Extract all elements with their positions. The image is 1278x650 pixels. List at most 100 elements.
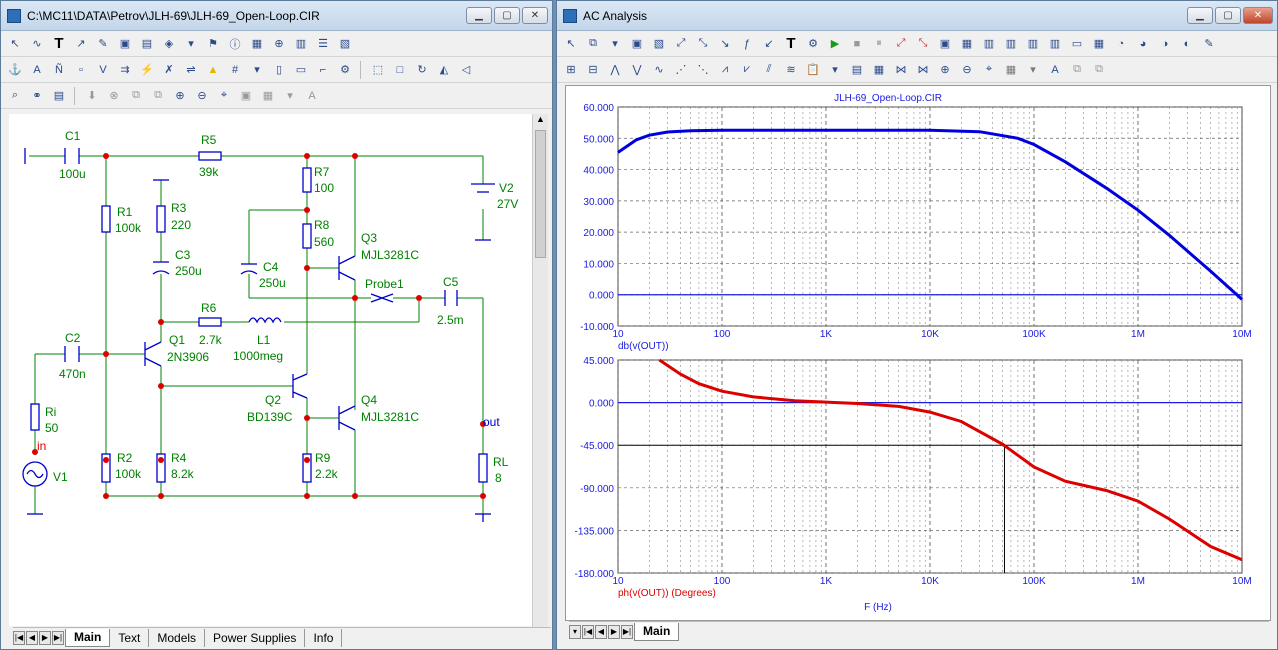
zoom-fit-icon[interactable]: ⌖ [979, 60, 999, 80]
tab-models[interactable]: Models [149, 628, 206, 647]
flip-icon[interactable]: ◁ [456, 60, 476, 80]
plot4-icon[interactable]: ▥ [1045, 34, 1065, 54]
minimize-button[interactable]: ▁ [466, 7, 492, 24]
cursor1-icon[interactable]: ◔ [1111, 34, 1131, 54]
binoculars-icon[interactable]: ⚭ [27, 86, 47, 106]
analysis-close-button[interactable]: ✕ [1243, 7, 1273, 24]
find-icon[interactable]: ⌕ [5, 86, 25, 106]
tab-info[interactable]: Info [305, 628, 343, 647]
text-icon[interactable]: T [781, 34, 801, 54]
grid-icon[interactable]: # [225, 60, 245, 80]
wire-icon[interactable]: ∿ [27, 34, 47, 54]
properties-icon[interactable]: ⚙ [803, 34, 823, 54]
zoom-in-icon[interactable]: ⊕ [935, 60, 955, 80]
global-low-icon[interactable]: ⋱ [693, 60, 713, 80]
attribute-text-icon[interactable]: A [27, 60, 47, 80]
tools-icon[interactable]: ⚙ [335, 60, 355, 80]
run-icon[interactable]: ▶ [825, 34, 845, 54]
high-icon[interactable]: ⋀ [605, 60, 625, 80]
horizontal-tag-icon[interactable]: ↙ [759, 34, 779, 54]
schematic-canvas[interactable]: C1 100u R5 39k R7 100 V2 27V R1 100k R3 … [9, 114, 532, 626]
plot2-icon[interactable]: ▥ [1001, 34, 1021, 54]
warning-icon[interactable]: ▲ [203, 60, 223, 80]
box-icon[interactable]: □ [390, 60, 410, 80]
down-icon[interactable]: ⬇ [82, 86, 102, 106]
dropdown-icon[interactable]: ▾ [605, 34, 625, 54]
page-icon[interactable]: ▯ [269, 60, 289, 80]
dropdown-icon[interactable]: ▾ [181, 34, 201, 54]
pause-icon[interactable]: ⏸ [869, 34, 889, 54]
analysis-vertical-scrollbar[interactable] [1263, 85, 1271, 621]
analysis-last-page-button[interactable]: ▶| [621, 624, 633, 639]
grid-icon[interactable]: ▦ [957, 34, 977, 54]
attributes-icon[interactable]: ▧ [335, 34, 355, 54]
layout-dropdown-icon[interactable]: ▾ [280, 86, 300, 106]
pin-icon[interactable]: ✗ [159, 60, 179, 80]
power-icon[interactable]: ⚡ [137, 60, 157, 80]
schematic-titlebar[interactable]: C:\MC11\DATA\Petrov\JLH-69\JLH-69_Open-L… [1, 1, 552, 31]
formula-icon[interactable]: ƒ [737, 34, 757, 54]
align2-icon[interactable]: ⋈ [913, 60, 933, 80]
zoom-in-icon[interactable]: ⊕ [170, 86, 190, 106]
stop-icon[interactable]: ⊗ [104, 86, 124, 106]
analysis-first-page-button[interactable]: |◀ [582, 624, 594, 639]
font-icon[interactable]: A [1045, 60, 1065, 80]
top-icon[interactable]: ⩘ [715, 60, 735, 80]
tab-text[interactable]: Text [110, 628, 150, 647]
text-icon[interactable]: T [49, 34, 69, 54]
analysis-prev-page-button[interactable]: ◀ [595, 624, 607, 639]
window-icon[interactable]: ▦ [1089, 34, 1109, 54]
plot-area[interactable]: JLH-69_Open-Loop.CIR 10 100 1K 10K 100K 1M 10M… [565, 85, 1271, 621]
scale-icon[interactable]: ▣ [627, 34, 647, 54]
zoom-out-icon[interactable]: ⊖ [957, 60, 977, 80]
line-icon[interactable]: ↗ [71, 34, 91, 54]
inflection-icon[interactable]: ∿ [649, 60, 669, 80]
component-icon[interactable]: ▣ [115, 34, 135, 54]
close-button[interactable]: ✕ [522, 7, 548, 24]
low-icon[interactable]: ⋁ [627, 60, 647, 80]
last-page-button[interactable]: ▶| [52, 630, 64, 645]
select-icon[interactable]: ↖ [5, 34, 25, 54]
analysis-minimize-button[interactable]: ▁ [1187, 7, 1213, 24]
split-icon[interactable]: ▭ [1067, 34, 1087, 54]
plot1-icon[interactable]: ▥ [979, 34, 999, 54]
zoom-fit-icon[interactable]: ⌖ [214, 86, 234, 106]
cursor4-icon[interactable]: ◐ [1177, 34, 1197, 54]
cursor2-icon[interactable]: ◕ [1133, 34, 1153, 54]
zoom-out-icon[interactable]: ⊖ [192, 86, 212, 106]
tag-icon[interactable]: ⤡ [693, 34, 713, 54]
line-icon[interactable]: ⤢ [671, 34, 691, 54]
bus-icon[interactable]: ▤ [137, 34, 157, 54]
mirror-icon[interactable]: ◭ [434, 60, 454, 80]
notes-icon[interactable]: ▤ [49, 86, 69, 106]
analysis-tab-main[interactable]: Main [634, 622, 680, 641]
copy-grid-icon[interactable]: ▫ [71, 60, 91, 80]
clipboard-dropdown-icon[interactable]: ▾ [825, 60, 845, 80]
bottom-icon[interactable]: ⩗ [737, 60, 757, 80]
analysis-dropdown-button[interactable]: ▾ [569, 624, 581, 639]
cursor3-icon[interactable]: ◑ [1155, 34, 1175, 54]
layout-icon[interactable]: ▦ [258, 86, 278, 106]
pages-icon[interactable]: ▭ [291, 60, 311, 80]
analysis-next-page-button[interactable]: ▶ [608, 624, 620, 639]
anchor-icon[interactable]: ⚓ [5, 60, 25, 80]
copy-graph-icon[interactable]: ⧉ [583, 34, 603, 54]
probe-icon[interactable]: ⊕ [269, 34, 289, 54]
valley-icon[interactable]: ⊟ [583, 60, 603, 80]
maximize-button[interactable]: ▢ [494, 7, 520, 24]
properties-icon[interactable]: ▥ [291, 34, 311, 54]
stepping2-icon[interactable]: ⤡ [913, 34, 933, 54]
region-icon[interactable]: ⬚ [368, 60, 388, 80]
plot3-icon[interactable]: ▥ [1023, 34, 1043, 54]
info-icon[interactable]: ⓘ [225, 34, 245, 54]
layout-dropdown-icon[interactable]: ▾ [1023, 60, 1043, 80]
pen-icon[interactable]: ✎ [93, 34, 113, 54]
edit-icon[interactable]: ✎ [1199, 34, 1219, 54]
tab-power-supplies[interactable]: Power Supplies [205, 628, 306, 647]
rotate-icon[interactable]: ↻ [412, 60, 432, 80]
voltage-icon[interactable]: V [93, 60, 113, 80]
graph-icon[interactable]: ▧ [649, 34, 669, 54]
slope-icon[interactable]: ⫽ [759, 60, 779, 80]
conditions-icon[interactable]: ⇌ [181, 60, 201, 80]
grid-dropdown-icon[interactable]: ▾ [247, 60, 267, 80]
